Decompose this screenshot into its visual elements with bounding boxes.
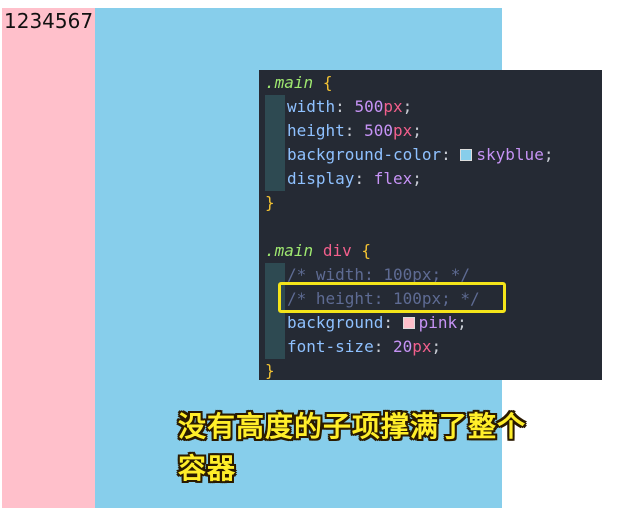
code-line: background: pink;	[259, 311, 602, 335]
color-swatch-icon	[460, 149, 473, 161]
open-brace: {	[322, 73, 333, 92]
css-number: 500	[354, 97, 384, 116]
css-selector: .main	[265, 241, 314, 260]
code-line: }	[259, 191, 602, 215]
css-value: skyblue	[476, 145, 544, 164]
annotation-line-2: 容器	[178, 452, 237, 485]
css-number: 20	[392, 337, 413, 356]
css-value: pink	[418, 313, 458, 332]
code-line: .main div {	[259, 239, 602, 263]
css-property: display	[287, 169, 355, 188]
open-brace: {	[361, 241, 371, 260]
css-property: background	[287, 313, 384, 332]
code-editor-panel: .main { width: 500px; height: 500px; bac…	[259, 70, 602, 380]
color-swatch-icon	[402, 317, 415, 329]
css-property: background-color	[287, 145, 442, 164]
code-line: }	[259, 359, 602, 383]
code-line: font-size: 20px;	[259, 335, 602, 359]
css-unit: px	[383, 97, 403, 116]
code-line: display: flex;	[259, 167, 602, 191]
code-line: .main {	[259, 71, 602, 95]
css-selector: .main	[265, 73, 314, 92]
flex-child: 1234567	[2, 8, 96, 508]
css-property: font-size	[287, 337, 374, 356]
css-tag: div	[322, 241, 352, 260]
css-unit: px	[412, 337, 432, 356]
highlight-box	[278, 282, 506, 313]
css-property: width	[287, 97, 336, 116]
css-value: flex	[373, 169, 413, 188]
annotation-line-1: 没有高度的子项撑满了整个	[178, 410, 527, 443]
close-brace: }	[265, 361, 275, 380]
code-line: height: 500px;	[259, 119, 602, 143]
code-line: background-color: skyblue;	[259, 143, 602, 167]
close-brace: }	[265, 193, 275, 212]
css-property: height	[287, 121, 345, 140]
code-line: width: 500px;	[259, 95, 602, 119]
css-unit: px	[392, 121, 413, 140]
annotation-caption: 没有高度的子项撑满了整个 容器	[178, 406, 618, 490]
css-number: 500	[364, 121, 393, 140]
